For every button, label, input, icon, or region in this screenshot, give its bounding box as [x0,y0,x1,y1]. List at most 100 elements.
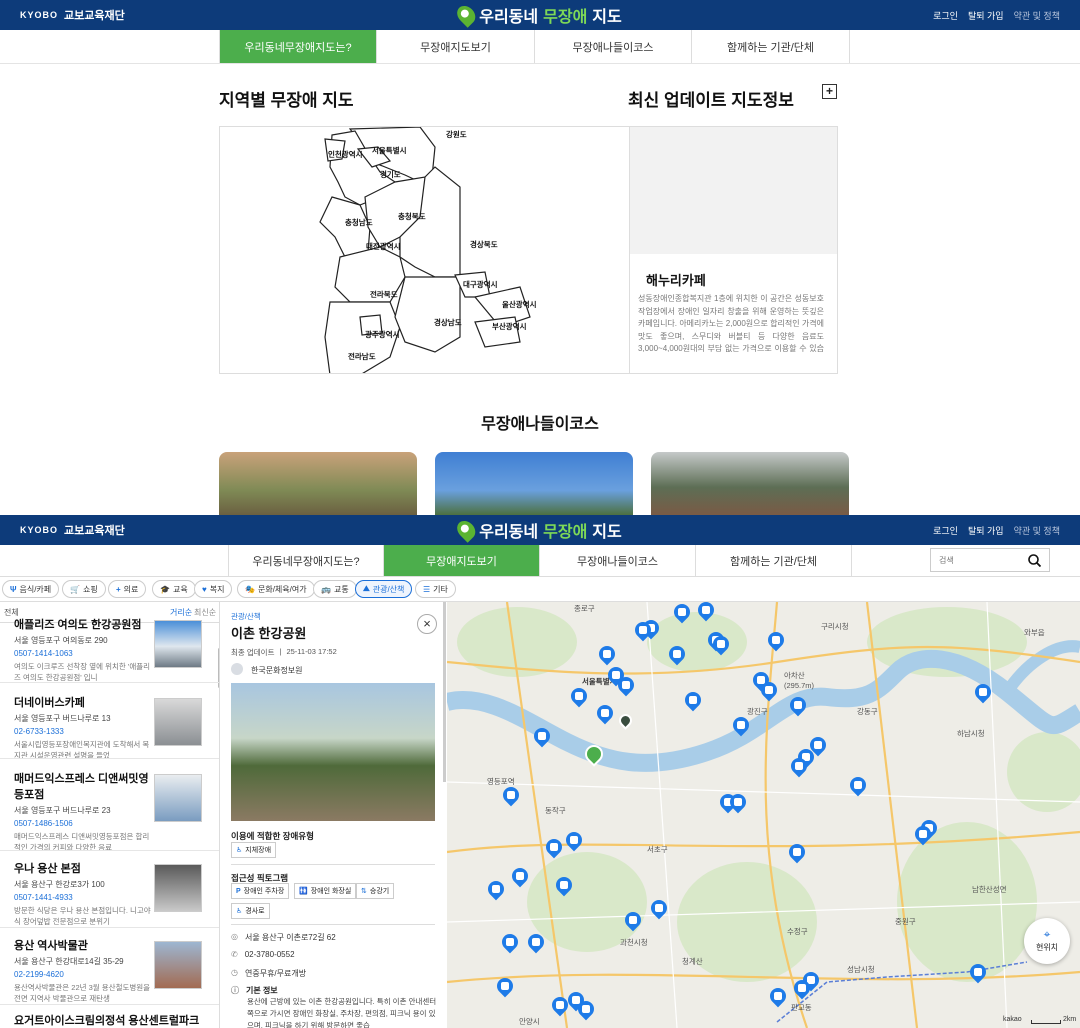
nav-partners[interactable]: 함께하는 기관/단체 [696,545,852,576]
category-shopping[interactable]: 🛒 쇼핑 [62,580,106,598]
map-pin[interactable] [502,787,520,809]
map-pin[interactable] [650,900,668,922]
map-pin[interactable] [849,777,867,799]
nav-map[interactable]: 무장애지도보기 [377,30,535,63]
category-medical[interactable]: + 의료 [108,580,147,598]
category-tourism[interactable]: ⛰ 관광/산책 [355,580,413,598]
map-pin[interactable] [501,934,519,956]
detail-scrollbar[interactable] [443,602,446,782]
map-pin[interactable] [732,717,750,739]
login-link[interactable]: 로그인 [933,524,958,537]
region-label: 서울특별시 [372,145,407,155]
category-etc[interactable]: ☰ 기타 [415,580,456,598]
policy-link[interactable]: 약관 및 정책 [1014,524,1060,537]
map-pin[interactable] [596,705,614,727]
list-item[interactable]: 우나 용산 본점 서울 용산구 한강로3가 100 0507-1441-4933 방문… [14,860,214,927]
list-item[interactable]: 애플리즈 여의도 한강공원점 서울 영등포구 여의동로 290 0507-1414-… [14,616,214,683]
more-button[interactable]: + [822,84,837,99]
selected-map-pin[interactable] [581,741,607,769]
locate-label: 현위치 [1035,943,1059,952]
close-icon[interactable]: × [417,614,437,634]
nav-about[interactable]: 우리동네무장애지도는? [220,30,377,63]
map-pin[interactable] [668,646,686,668]
locate-button[interactable]: ⌖ 현위치 [1024,918,1070,964]
detail-phone[interactable]: 02-3780-0552 [245,950,295,959]
site-logo[interactable]: 우리동네 무장애 지도 [453,2,622,28]
list-item[interactable]: 용산 역사박물관 서울 용산구 한강대로14길 35-29 02-2199-4620… [14,937,214,1004]
map-pin[interactable] [545,839,563,861]
brand[interactable]: KYOBO 교보교육재단 [20,522,125,538]
map-pin[interactable] [712,636,730,658]
category-transport[interactable]: 🚌 교통 [313,580,357,598]
map-pin[interactable] [729,794,747,816]
site-logo[interactable]: 우리동네 무장애 지도 [453,517,622,543]
map-pin[interactable] [697,602,715,624]
map-pin[interactable] [684,692,702,714]
map-pin[interactable] [673,604,691,626]
map-pin[interactable] [793,980,811,1002]
map-pin[interactable] [577,1001,595,1023]
place-thumbnail [154,774,202,822]
map-pin[interactable] [914,826,932,848]
search-input[interactable] [939,555,1019,565]
korea-map-svg[interactable]: 강원도 인천광역시 서울특별시 경기도 충청남도 충청북도 대전광역시 경상북도… [220,127,630,374]
region-label: 대구광역시 [463,279,498,289]
map-label: 구리시청 [821,622,849,631]
brand[interactable]: KYOBO 교보교육재단 [20,7,125,23]
nav-courses[interactable]: 무장애나들이코스 [540,545,696,576]
org-avatar-icon [231,663,243,675]
map-pin[interactable] [533,728,551,750]
map-pin[interactable] [555,877,573,899]
detail-photo[interactable] [231,683,435,821]
latest-card-title[interactable]: 해누리카페 [646,270,706,289]
search-box[interactable] [930,548,1050,572]
category-food[interactable]: Ψ 음식/카페 [2,580,60,598]
map-view[interactable]: 종로구 구리시청 와부읍 서울특별시 아차산 (295.7m) 광진구 강동구 … [447,602,1080,1028]
course-card-2[interactable] [435,452,633,516]
list-item[interactable]: 요거트아이스크림의정석 용산센트럴파크 [14,1012,214,1028]
map-pin[interactable] [598,646,616,668]
map-pin[interactable] [788,844,806,866]
login-link[interactable]: 로그인 [933,9,958,22]
latest-image[interactable] [630,127,837,254]
map-pin[interactable] [624,912,642,934]
course-card-3[interactable] [651,452,849,516]
map-pin[interactable] [974,684,992,706]
nav-partners[interactable]: 함께하는 기관/단체 [692,30,850,63]
nav-courses[interactable]: 무장애나들이코스 [535,30,692,63]
nav-map[interactable]: 무장애지도보기 [384,545,540,576]
map-pin[interactable] [790,758,808,780]
list-item[interactable]: 더네이버스카페 서울 영등포구 버드나루로 13 02-6733-1333 서울시립영… [14,694,214,761]
policy-link[interactable]: 약관 및 정책 [1014,9,1060,22]
course-card-1[interactable] [219,452,417,516]
map-pin[interactable] [496,978,514,1000]
picto-label: 경사로 [245,908,265,915]
map-pin[interactable] [760,682,778,704]
list-item[interactable]: 매머드익스프레스 디앤써밋영등포점 서울 영등포구 버드나루로 23 0507-14… [14,770,214,853]
map-pin[interactable] [767,632,785,654]
map-pin[interactable] [487,881,505,903]
current-pin-icon[interactable] [616,711,635,732]
signup-link[interactable]: 탈퇴 가입 [968,9,1004,22]
category-welfare[interactable]: ♥ 복지 [194,580,233,598]
map-pin[interactable] [789,697,807,719]
map-pin[interactable] [551,997,569,1019]
info-icon: ⓘ [231,986,239,995]
map-label: 수정구 [787,927,808,936]
category-culture[interactable]: 🎭 문화/체육/여가 [237,580,315,598]
detail-address-row: ◎ 서울 용산구 이촌로72길 62 [231,932,336,943]
category-education[interactable]: 🎓 교육 [152,580,196,598]
map-pin[interactable] [527,934,545,956]
map-pin[interactable] [769,988,787,1010]
place-thumbnail [154,864,202,912]
map-pin[interactable] [634,622,652,644]
map-pin[interactable] [565,832,583,854]
nav-about[interactable]: 우리동네무장애지도는? [229,545,384,576]
map-pin[interactable] [570,688,588,710]
signup-link[interactable]: 탈퇴 가입 [968,524,1004,537]
map-pin[interactable] [511,868,529,890]
map-pin[interactable] [969,964,987,986]
updated-sep: | [279,647,282,656]
map-pin[interactable] [617,677,635,699]
search-icon[interactable] [1028,553,1041,567]
